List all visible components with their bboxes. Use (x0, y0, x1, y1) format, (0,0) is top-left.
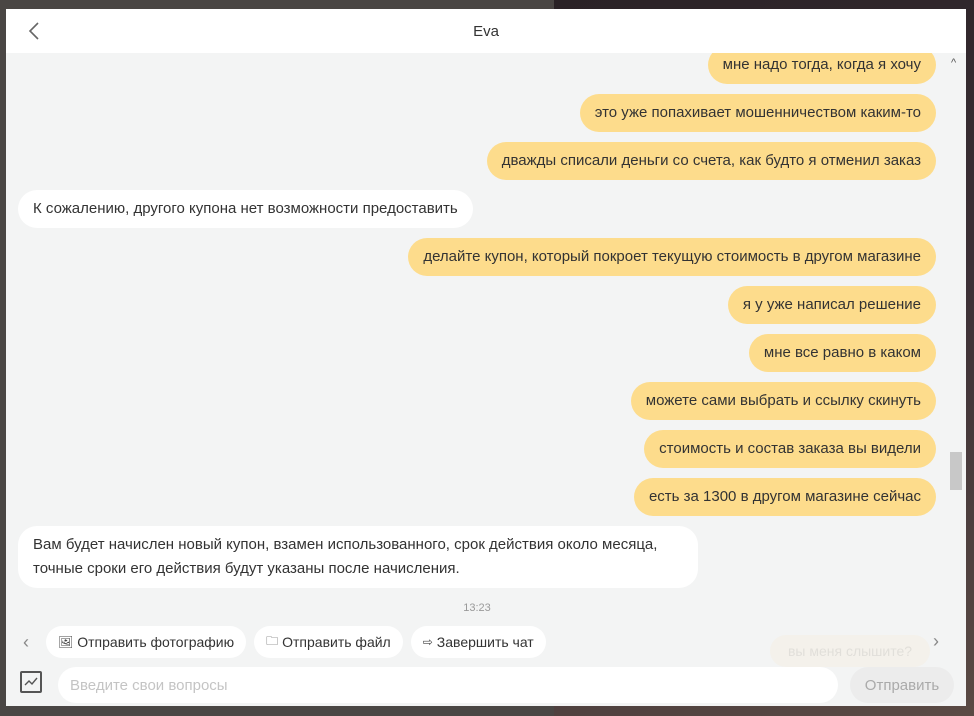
message-bubble: я у уже написал решение (727, 286, 936, 324)
scrollbar-thumb[interactable] (950, 452, 962, 490)
agent-message: Вам будет начислен новый купон, взамен и… (6, 526, 948, 588)
folder-icon: 🗀︎ (266, 633, 279, 648)
end-chat-button[interactable]: ⇨ Завершить чат (410, 626, 546, 658)
image-icon: 🖼︎ (58, 635, 74, 649)
chat-header: Eva (6, 9, 966, 53)
send-button[interactable]: Отправить (850, 667, 954, 703)
user-message: мне надо тогда, когда я хочу (6, 53, 948, 84)
exit-icon: ⇨ (422, 635, 433, 649)
message-bubble: можете сами выбрать и ссылку скинуть (630, 382, 936, 420)
chart-image-icon[interactable] (20, 671, 42, 693)
user-message: стоимость и состав заказа вы видели (6, 430, 948, 468)
end-chat-label: Завершить чат (436, 634, 534, 650)
message-bubble: мне надо тогда, когда я хочу (707, 53, 936, 84)
quick-actions-bar: ‹ 🖼︎ Отправить фотографию 🗀︎ Отправить фай… (6, 625, 966, 659)
agent-message: К сожалению, другого купона нет возможно… (6, 190, 948, 228)
user-message: делайте купон, который покроет текущую с… (6, 238, 948, 276)
user-message: дважды списали деньги со счета, как будт… (6, 142, 948, 180)
chevron-left-icon[interactable]: ‹ (6, 632, 46, 653)
send-photo-label: Отправить фотографию (77, 634, 235, 650)
user-message: это уже попахивает мошенничеством каким-… (6, 94, 948, 132)
send-photo-button[interactable]: 🖼︎ Отправить фотографию (46, 626, 247, 658)
message-bubble: К сожалению, другого купона нет возможно… (18, 190, 473, 228)
timestamp: 13:23 (463, 602, 491, 614)
scroll-up-icon[interactable]: ^ (951, 57, 956, 69)
input-bar: Отправить (6, 659, 966, 706)
user-message: мне все равно в каком (6, 334, 948, 372)
message-bubble: это уже попахивает мошенничеством каким-… (579, 94, 936, 132)
user-message: есть за 1300 в другом магазине сейчас (6, 478, 948, 516)
message-list: мне надо тогда, когда я хочу это уже попа… (6, 53, 948, 625)
message-bubble: делайте купон, который покроет текущую с… (408, 238, 936, 276)
message-bubble: стоимость и состав заказа вы видели (644, 430, 936, 468)
scrollbar[interactable]: ^ (948, 53, 964, 625)
message-input[interactable] (58, 667, 838, 703)
chat-window: Eva мне надо тогда, когда я хочу это уже … (6, 9, 966, 706)
back-icon[interactable] (26, 21, 44, 41)
user-message: можете сами выбрать и ссылку скинуть (6, 382, 948, 420)
message-bubble: есть за 1300 в другом магазине сейчас (633, 478, 936, 516)
message-bubble: дважды списали деньги со счета, как будт… (486, 142, 936, 180)
message-bubble: мне все равно в каком (748, 334, 936, 372)
chevron-right-icon[interactable]: › (916, 631, 956, 652)
send-file-label: Отправить файл (282, 634, 391, 650)
message-bubble: Вам будет начислен новый купон, взамен и… (18, 526, 698, 588)
user-message: я у уже написал решение (6, 286, 948, 324)
chat-title: Eva (473, 22, 499, 40)
send-file-button[interactable]: 🗀︎ Отправить файл (254, 626, 403, 658)
